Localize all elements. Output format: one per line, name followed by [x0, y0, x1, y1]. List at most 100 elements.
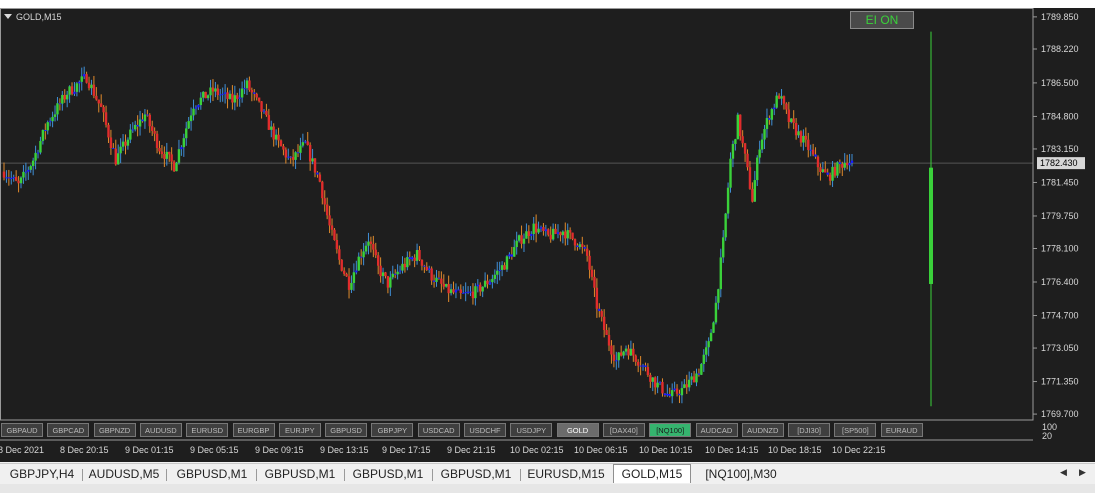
- candle-body: [753, 180, 757, 202]
- candle-body: [386, 276, 390, 288]
- candle-body: [172, 161, 176, 172]
- x-tick-label: 9 Dec 21:15: [447, 445, 496, 455]
- symbol-button-gbpnzd[interactable]: GBPNZD: [93, 423, 136, 437]
- symbol-button-gbpusd[interactable]: GBPUSD: [325, 423, 368, 437]
- symbol-button-nq100[interactable]: [NQ100]: [649, 423, 692, 437]
- tab-separator: [432, 469, 433, 481]
- candle-body: [583, 246, 586, 249]
- candle-body: [148, 114, 151, 127]
- candle-body: [92, 84, 96, 96]
- candle-body: [304, 141, 307, 143]
- candle-body: [291, 156, 295, 160]
- candle-body: [724, 213, 727, 238]
- chart-tab-gbpjpy-h4[interactable]: GBPJPY,H4: [4, 466, 80, 483]
- chart-tab-gbpusd-m1[interactable]: GBPUSD,M1: [170, 466, 254, 483]
- candle-body: [792, 118, 795, 124]
- candle-body: [442, 283, 445, 287]
- x-tick-label: 9 Dec 05:15: [190, 445, 239, 455]
- candle-body: [821, 169, 825, 173]
- symbol-button-usdjpy[interactable]: USDJPY: [510, 423, 553, 437]
- candle-body: [165, 151, 168, 159]
- candle-body: [104, 112, 108, 125]
- candle-body: [517, 235, 521, 241]
- candle-body: [209, 87, 212, 96]
- price-chart[interactable]: 1789.850 1788.220 1786.500 1784.800 1783.150…: [0, 8, 1095, 462]
- candle-body: [522, 238, 526, 244]
- candle-body: [236, 95, 239, 99]
- symbol-button-gbpcad[interactable]: GBPCAD: [47, 423, 90, 437]
- candle-body: [262, 110, 266, 112]
- candle-body: [573, 239, 577, 246]
- chart-tab-audusd-m5[interactable]: AUDUSD,M5: [84, 466, 164, 483]
- symbol-button-gold[interactable]: GOLD: [556, 423, 599, 437]
- candle-body: [466, 291, 470, 293]
- candle-body: [688, 379, 691, 388]
- chart-tab--nq100--m30[interactable]: [NQ100],M30: [696, 466, 786, 483]
- chart-tab-gbpusd-m1[interactable]: GBPUSD,M1: [434, 466, 518, 483]
- candle-body: [748, 167, 752, 189]
- candle-body: [160, 151, 164, 155]
- candle-body: [131, 129, 134, 131]
- symbol-button-euraud[interactable]: EURAUD: [880, 423, 923, 437]
- x-tick-label: 10 Dec 06:15: [574, 445, 628, 455]
- symbol-button-usdchf[interactable]: USDCHF: [464, 423, 506, 437]
- symbol-button-eurusd[interactable]: EURUSD: [186, 423, 229, 437]
- symbol-button-usdcad[interactable]: USDCAD: [417, 423, 460, 437]
- symbol-button-audcad[interactable]: AUDCAD: [695, 423, 738, 437]
- candle-body: [651, 377, 654, 382]
- candle-body: [539, 227, 543, 229]
- candle-body: [464, 292, 467, 294]
- candle-body: [824, 169, 827, 173]
- candle-body: [168, 151, 171, 155]
- x-tick-label: 8 Dec 2021: [0, 445, 45, 455]
- candle-body: [413, 257, 416, 261]
- candle-body: [568, 230, 572, 233]
- symbol-button-dax40[interactable]: [DAX40]: [602, 423, 645, 437]
- candle-body: [199, 97, 203, 106]
- candle-body: [578, 244, 582, 248]
- collapse-triangle-icon[interactable]: [4, 14, 12, 19]
- candle-body: [17, 180, 20, 184]
- bottom-scrollbar[interactable]: [0, 484, 1095, 493]
- chart-tab-gbpusd-m1[interactable]: GBPUSD,M1: [346, 466, 430, 483]
- candle-body: [726, 187, 730, 214]
- chart-window[interactable]: 1789.850 1788.220 1786.500 1784.800 1783.150…: [0, 8, 1095, 462]
- candle-body: [418, 249, 421, 260]
- chart-title-text: GOLD,M15: [16, 12, 62, 22]
- symbol-button-audusd[interactable]: AUDUSD: [139, 423, 182, 437]
- y-tick-label: 1771.350: [1041, 377, 1079, 387]
- candle-body: [610, 345, 613, 355]
- candle-body: [182, 138, 186, 148]
- candle-body: [816, 156, 820, 168]
- symbol-button-sp500[interactable]: [SP500]: [834, 423, 877, 437]
- chart-tab-gold-m15[interactable]: GOLD,M15: [613, 464, 691, 483]
- candle-body: [510, 254, 514, 257]
- candle-body: [323, 198, 326, 205]
- candle-body: [372, 243, 375, 250]
- candle-body: [534, 223, 538, 233]
- candle-body: [226, 92, 229, 99]
- symbol-button-dji30[interactable]: [DJI30]: [788, 423, 831, 437]
- chart-tab-eurusd-m15[interactable]: EURUSD,M15: [521, 466, 611, 483]
- candle-body: [272, 126, 275, 140]
- candle-body: [799, 131, 803, 143]
- candle-body: [39, 140, 42, 153]
- candle-body: [27, 169, 30, 172]
- candle-body: [2, 171, 6, 178]
- symbol-button-gbpjpy[interactable]: GBPJPY: [371, 423, 414, 437]
- symbol-button-gbpaud[interactable]: GBPAUD: [1, 423, 43, 437]
- candle-body: [653, 377, 657, 388]
- tab-scroll-left-icon[interactable]: ◀: [1060, 467, 1067, 478]
- y-tick-label: 1788.220: [1041, 44, 1079, 54]
- candle-body: [338, 249, 341, 260]
- chart-tab-gbpusd-m1[interactable]: GBPUSD,M1: [258, 466, 342, 483]
- symbol-button-audnzd[interactable]: AUDNZD: [741, 423, 784, 437]
- candle-body: [389, 277, 392, 288]
- ei-toggle-button[interactable]: EI ON: [850, 11, 914, 29]
- candle-body: [768, 118, 771, 120]
- symbol-button-eurgbp[interactable]: EURGBP: [232, 423, 275, 437]
- candle-body: [719, 257, 722, 290]
- candle-body: [219, 94, 222, 96]
- symbol-button-eurjpy[interactable]: EURJPY: [278, 423, 321, 437]
- tab-scroll-right-icon[interactable]: ▶: [1079, 467, 1086, 478]
